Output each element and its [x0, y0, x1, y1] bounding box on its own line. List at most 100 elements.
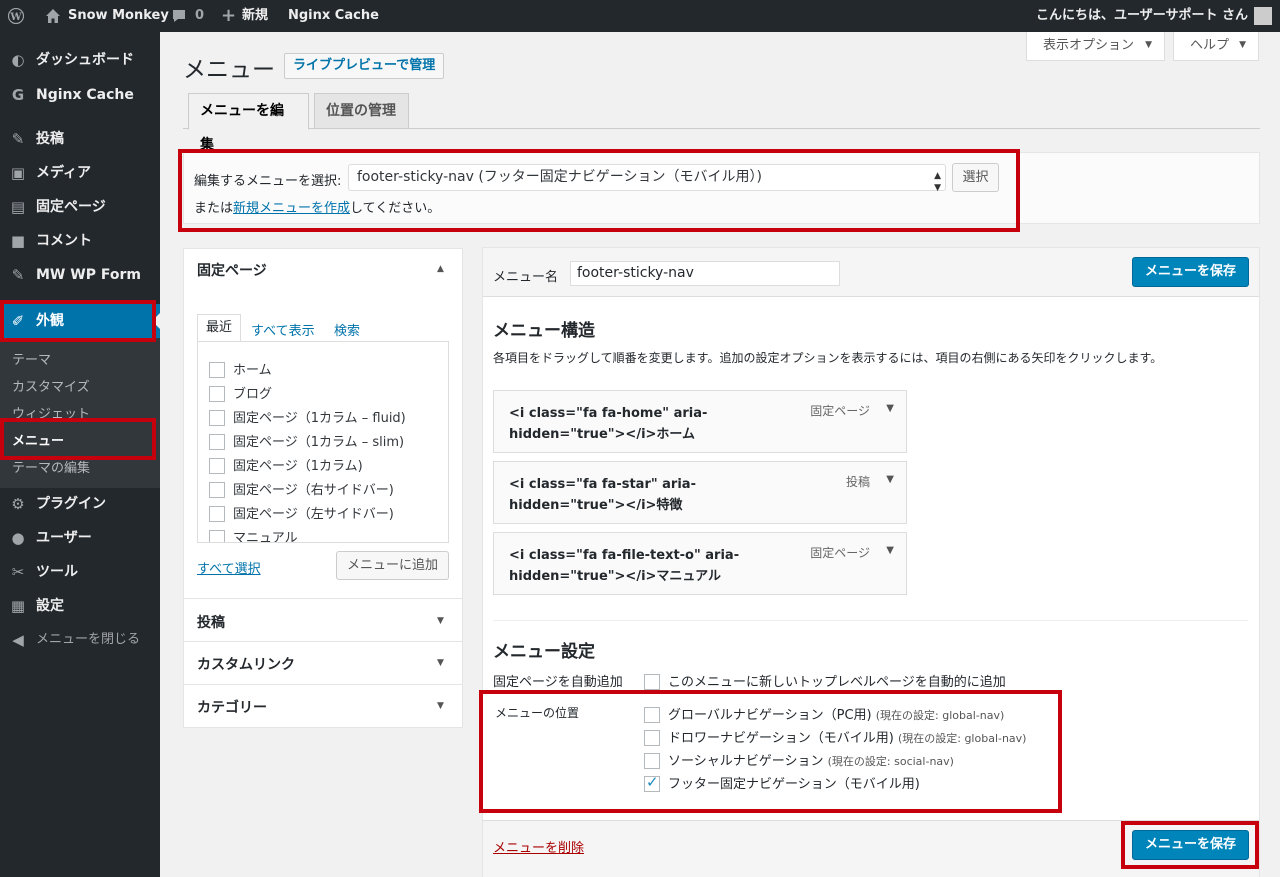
menu-name-input[interactable]: footer-sticky-nav — [570, 261, 840, 286]
save-menu-button-top[interactable]: メニューを保存 — [1132, 257, 1249, 287]
page-title: メニュー — [183, 57, 275, 83]
collapse-icon: ◀ — [12, 631, 24, 649]
sidebar-item-users[interactable]: ● ユーザー — [0, 521, 160, 555]
list-item[interactable]: 固定ページ（左サイドバー) — [209, 503, 394, 523]
tab-manage-locations[interactable]: 位置の管理 — [314, 93, 409, 129]
plus-icon[interactable]: + — [221, 0, 236, 32]
menu-item-title: <i class="fa fa-home" aria-hidden="true"… — [509, 406, 708, 442]
divider — [184, 684, 462, 685]
tab-edit-menus[interactable]: メニューを編集 — [188, 93, 309, 153]
checkbox[interactable] — [209, 433, 225, 450]
list-item[interactable]: 固定ページ（1カラム) — [209, 455, 363, 475]
sidebar-item-dashboard[interactable]: ◐ ダッシュボード — [0, 43, 160, 77]
live-preview-button[interactable]: ライブプレビューで管理 — [284, 53, 445, 79]
tab-view-all[interactable]: すべて表示 — [251, 320, 315, 339]
comment-icon: ■ — [10, 232, 26, 250]
menu-item-type: 固定ページ — [810, 404, 870, 418]
chevron-down-icon[interactable]: ▼ — [437, 616, 444, 626]
wrench-icon: ✂ — [11, 563, 25, 581]
page-checklist: ホーム ブログ 固定ページ（1カラム – fluid) 固定ページ（1カラム –… — [197, 341, 449, 543]
checkbox[interactable] — [209, 529, 225, 542]
comment-icon[interactable] — [171, 8, 187, 24]
accordion-custom-links-title[interactable]: カスタムリンク — [197, 654, 295, 674]
auto-add-option[interactable]: このメニューに新しいトップレベルページを自動的に追加 — [644, 671, 1006, 691]
svg-text:W: W — [9, 12, 22, 23]
highlight-save-button — [1121, 821, 1259, 869]
select-all-link[interactable]: すべて選択 — [197, 558, 261, 577]
chevron-up-icon[interactable]: ▲ — [437, 264, 444, 274]
list-item[interactable]: 固定ページ（右サイドバー) — [209, 479, 394, 499]
submenu-themes[interactable]: テーマ — [12, 349, 51, 368]
menu-item-card[interactable]: <i class="fa fa-star" aria-hidden="true"… — [493, 461, 907, 524]
add-to-menu-button[interactable]: メニューに追加 — [336, 551, 449, 580]
site-name-link[interactable]: Snow Monkey — [68, 0, 169, 32]
tab-recent[interactable]: 最近 — [197, 314, 241, 342]
menu-item-card[interactable]: <i class="fa fa-file-text-o" aria-hidden… — [493, 532, 907, 595]
highlight-appearance — [0, 300, 156, 342]
checkbox[interactable] — [644, 673, 660, 690]
page-icon: ▤ — [10, 198, 26, 216]
highlight-menus — [0, 418, 156, 460]
checkbox[interactable] — [209, 361, 225, 378]
sidebar-item-media[interactable]: ▣ メディア — [0, 156, 160, 190]
list-item[interactable]: マニュアル — [209, 527, 298, 542]
menu-item-type: 固定ページ — [810, 546, 870, 560]
user-icon: ● — [11, 529, 25, 547]
delete-menu-link[interactable]: メニューを削除 — [493, 837, 584, 856]
checkbox[interactable] — [209, 457, 225, 474]
checkbox[interactable] — [209, 409, 225, 426]
sidebar-item-comments[interactable]: ■ コメント — [0, 224, 160, 258]
greeting-link[interactable]: こんにちは、ユーザーサポート さん — [1036, 0, 1248, 32]
home-icon — [46, 9, 60, 23]
structure-instructions: 各項目をドラッグして順番を変更します。追加の設定オプションを表示するには、項目の… — [493, 351, 1163, 365]
chevron-down-icon[interactable]: ▼ — [437, 701, 444, 711]
menu-item-title: <i class="fa fa-file-text-o" aria-hidden… — [509, 548, 740, 584]
menu-item-type: 投稿 — [845, 475, 870, 489]
sidebar-item-mw-wp-form[interactable]: ✎ MW WP Form — [0, 258, 160, 292]
admin-bar: W Snow Monkey 0 + 新規 Nginx Cache こんにちは、ユ… — [0, 0, 1280, 32]
sidebar-item-nginx-cache[interactable]: G Nginx Cache — [0, 78, 160, 112]
comments-count[interactable]: 0 — [195, 0, 204, 32]
expand-arrow-icon[interactable]: ▼ — [886, 545, 894, 556]
nginx-cache-icon: G — [11, 86, 25, 104]
accordion-pages-title[interactable]: 固定ページ — [197, 260, 267, 280]
sidebar-item-posts[interactable]: ✎ 投稿 — [0, 122, 160, 156]
media-icon: ▣ — [10, 164, 26, 182]
plugin-icon: ⚙ — [11, 495, 25, 513]
list-item[interactable]: 固定ページ（1カラム – slim) — [209, 431, 404, 451]
list-item[interactable]: 固定ページ（1カラム – fluid) — [209, 407, 406, 427]
sidebar-item-tools[interactable]: ✂ ツール — [0, 555, 160, 589]
checkbox[interactable] — [209, 385, 225, 402]
auto-add-label: 固定ページを自動追加 — [493, 675, 623, 690]
sidebar-item-pages[interactable]: ▤ 固定ページ — [0, 190, 160, 224]
help-button[interactable]: ヘルプ ▼ — [1173, 32, 1259, 61]
checkbox[interactable] — [209, 481, 225, 498]
tab-search[interactable]: 検索 — [334, 320, 360, 339]
highlight-select-menu — [178, 149, 1020, 232]
new-content-link[interactable]: 新規 — [242, 0, 268, 32]
divider — [184, 641, 462, 642]
wordpress-logo-icon[interactable]: W — [8, 8, 24, 24]
sidebar-collapse-menu[interactable]: ◀ メニューを閉じる — [0, 623, 160, 657]
nginx-cache-link[interactable]: Nginx Cache — [288, 0, 379, 32]
expand-arrow-icon[interactable]: ▼ — [886, 403, 894, 414]
sidebar-item-plugins[interactable]: ⚙ プラグイン — [0, 487, 160, 521]
caret-down-icon: ▼ — [1145, 40, 1152, 50]
sidebar-item-settings[interactable]: ▦ 設定 — [0, 589, 160, 623]
list-item[interactable]: ホーム — [209, 359, 272, 379]
submenu-customize[interactable]: カスタマイズ — [12, 376, 90, 395]
chevron-down-icon[interactable]: ▼ — [437, 658, 444, 668]
accordion-categories-title[interactable]: カテゴリー — [197, 697, 267, 717]
list-item[interactable]: ブログ — [209, 383, 272, 403]
caret-down-icon: ▼ — [1239, 40, 1246, 50]
checkbox[interactable] — [209, 505, 225, 522]
accordion-posts-title[interactable]: 投稿 — [197, 612, 225, 632]
settings-icon: ▦ — [10, 597, 26, 615]
menu-item-title: <i class="fa fa-star" aria-hidden="true"… — [509, 477, 696, 513]
screen-options-button[interactable]: 表示オプション ▼ — [1026, 32, 1165, 61]
divider — [493, 620, 1248, 621]
expand-arrow-icon[interactable]: ▼ — [886, 474, 894, 485]
avatar[interactable] — [1254, 7, 1272, 25]
pin-icon: ✎ — [11, 130, 25, 148]
menu-item-card[interactable]: <i class="fa fa-home" aria-hidden="true"… — [493, 390, 907, 453]
